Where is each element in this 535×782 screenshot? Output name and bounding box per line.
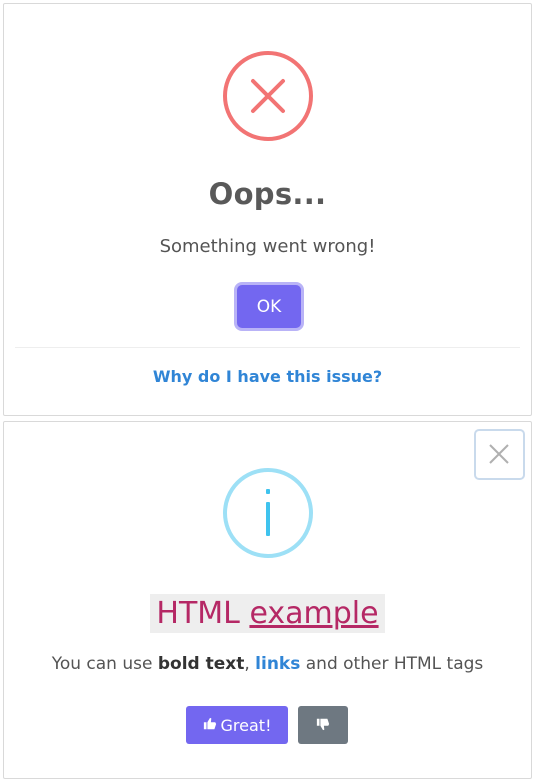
dialog-message: You can use bold text, links and other H… — [4, 654, 531, 674]
dialog-title: Oops... — [208, 177, 327, 211]
bold-text: bold text — [157, 654, 245, 674]
info-dialog: HTML example You can use bold text, link… — [3, 421, 532, 779]
dialog-title: HTML example — [4, 594, 531, 633]
ok-button[interactable]: OK — [237, 285, 301, 328]
dislike-button[interactable] — [298, 706, 348, 744]
title-link[interactable]: example — [249, 596, 378, 631]
message-text-end: and other HTML tags — [305, 654, 484, 674]
footer-divider — [15, 347, 520, 348]
great-label: Great! — [220, 715, 272, 735]
title-text: HTML — [156, 596, 240, 631]
thumbs-down-icon — [316, 717, 330, 734]
dialog-message: Something went wrong! — [159, 236, 376, 257]
message-text: You can use — [51, 654, 153, 674]
info-i-icon — [223, 468, 313, 558]
links-link[interactable]: links — [255, 654, 300, 674]
comma: , — [244, 654, 250, 674]
thumbs-up-icon — [203, 716, 217, 735]
error-x-icon — [223, 51, 313, 141]
great-button[interactable]: Great! — [186, 706, 288, 744]
error-dialog: Oops... Something went wrong! OK Why do … — [3, 3, 532, 416]
why-issue-link[interactable]: Why do I have this issue? — [4, 367, 531, 386]
close-button[interactable] — [476, 431, 523, 478]
